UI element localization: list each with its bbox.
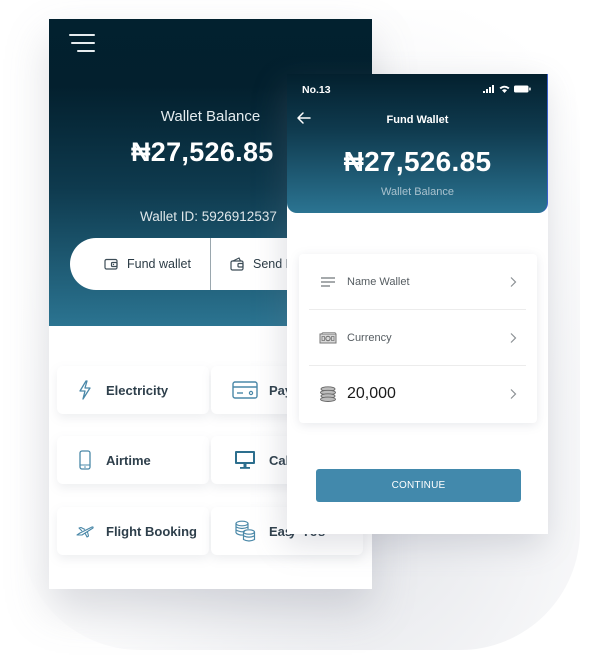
wallet-balance-amount: ₦27,526.85: [131, 137, 274, 167]
currency-field[interactable]: Currency: [309, 310, 526, 366]
chevron-right-icon: [510, 276, 517, 287]
signal-icon: [483, 85, 494, 93]
lines-icon: [319, 274, 337, 290]
chevron-right-icon: [510, 332, 517, 343]
lightning-icon: [74, 379, 96, 401]
status-bar-icons: [483, 85, 531, 93]
coins-icon: [319, 386, 337, 402]
service-label: Flight Booking: [106, 523, 197, 539]
monitor-icon: [231, 449, 259, 471]
mobile-phone-icon: [74, 449, 96, 471]
wallet-send-icon: [230, 257, 244, 271]
fund-wallet-label: Fund wallet: [127, 257, 191, 271]
chevron-right-icon: [510, 389, 517, 399]
page-title: Fund Wallet: [386, 114, 449, 126]
fund-wallet-screen: No.13 Fund Wallet ₦27,526.85 Wallet Bala…: [287, 74, 548, 534]
name-wallet-label: Name Wallet: [347, 275, 410, 288]
fund-wallet-button[interactable]: Fund wallet: [70, 238, 211, 290]
service-flight-booking[interactable]: Flight Booking: [57, 507, 209, 555]
credit-card-icon: [231, 379, 259, 401]
status-bar-time: No.13: [302, 84, 331, 96]
wifi-icon: [499, 85, 510, 93]
fund-wallet-header: No.13 Fund Wallet ₦27,526.85 Wallet Bala…: [287, 74, 548, 213]
wallet-id: Wallet ID: 5926912537: [140, 209, 277, 224]
airplane-icon: [74, 520, 96, 542]
coins-stack-icon: [231, 520, 259, 542]
menu-icon[interactable]: [69, 34, 95, 56]
service-airtime[interactable]: Airtime: [57, 436, 209, 484]
battery-icon: [514, 85, 531, 93]
fund-wallet-form: Name Wallet Currency 20,000: [299, 254, 537, 423]
name-wallet-field[interactable]: Name Wallet: [309, 254, 526, 310]
wallet-balance-amount: ₦27,526.85: [343, 146, 492, 177]
amount-field[interactable]: 20,000: [309, 366, 526, 422]
service-electricity[interactable]: Electricity: [57, 366, 209, 414]
service-label: Airtime: [106, 452, 151, 468]
currency-label: Currency: [347, 331, 392, 344]
continue-button[interactable]: CONTINUE: [316, 469, 521, 502]
banknote-icon: [319, 330, 337, 346]
wallet-icon: [104, 258, 118, 270]
wallet-balance-label: Wallet Balance: [381, 186, 454, 198]
amount-value: 20,000: [347, 385, 396, 402]
send-money-button[interactable]: Send M: [211, 238, 296, 290]
service-label: Electricity: [106, 382, 169, 398]
